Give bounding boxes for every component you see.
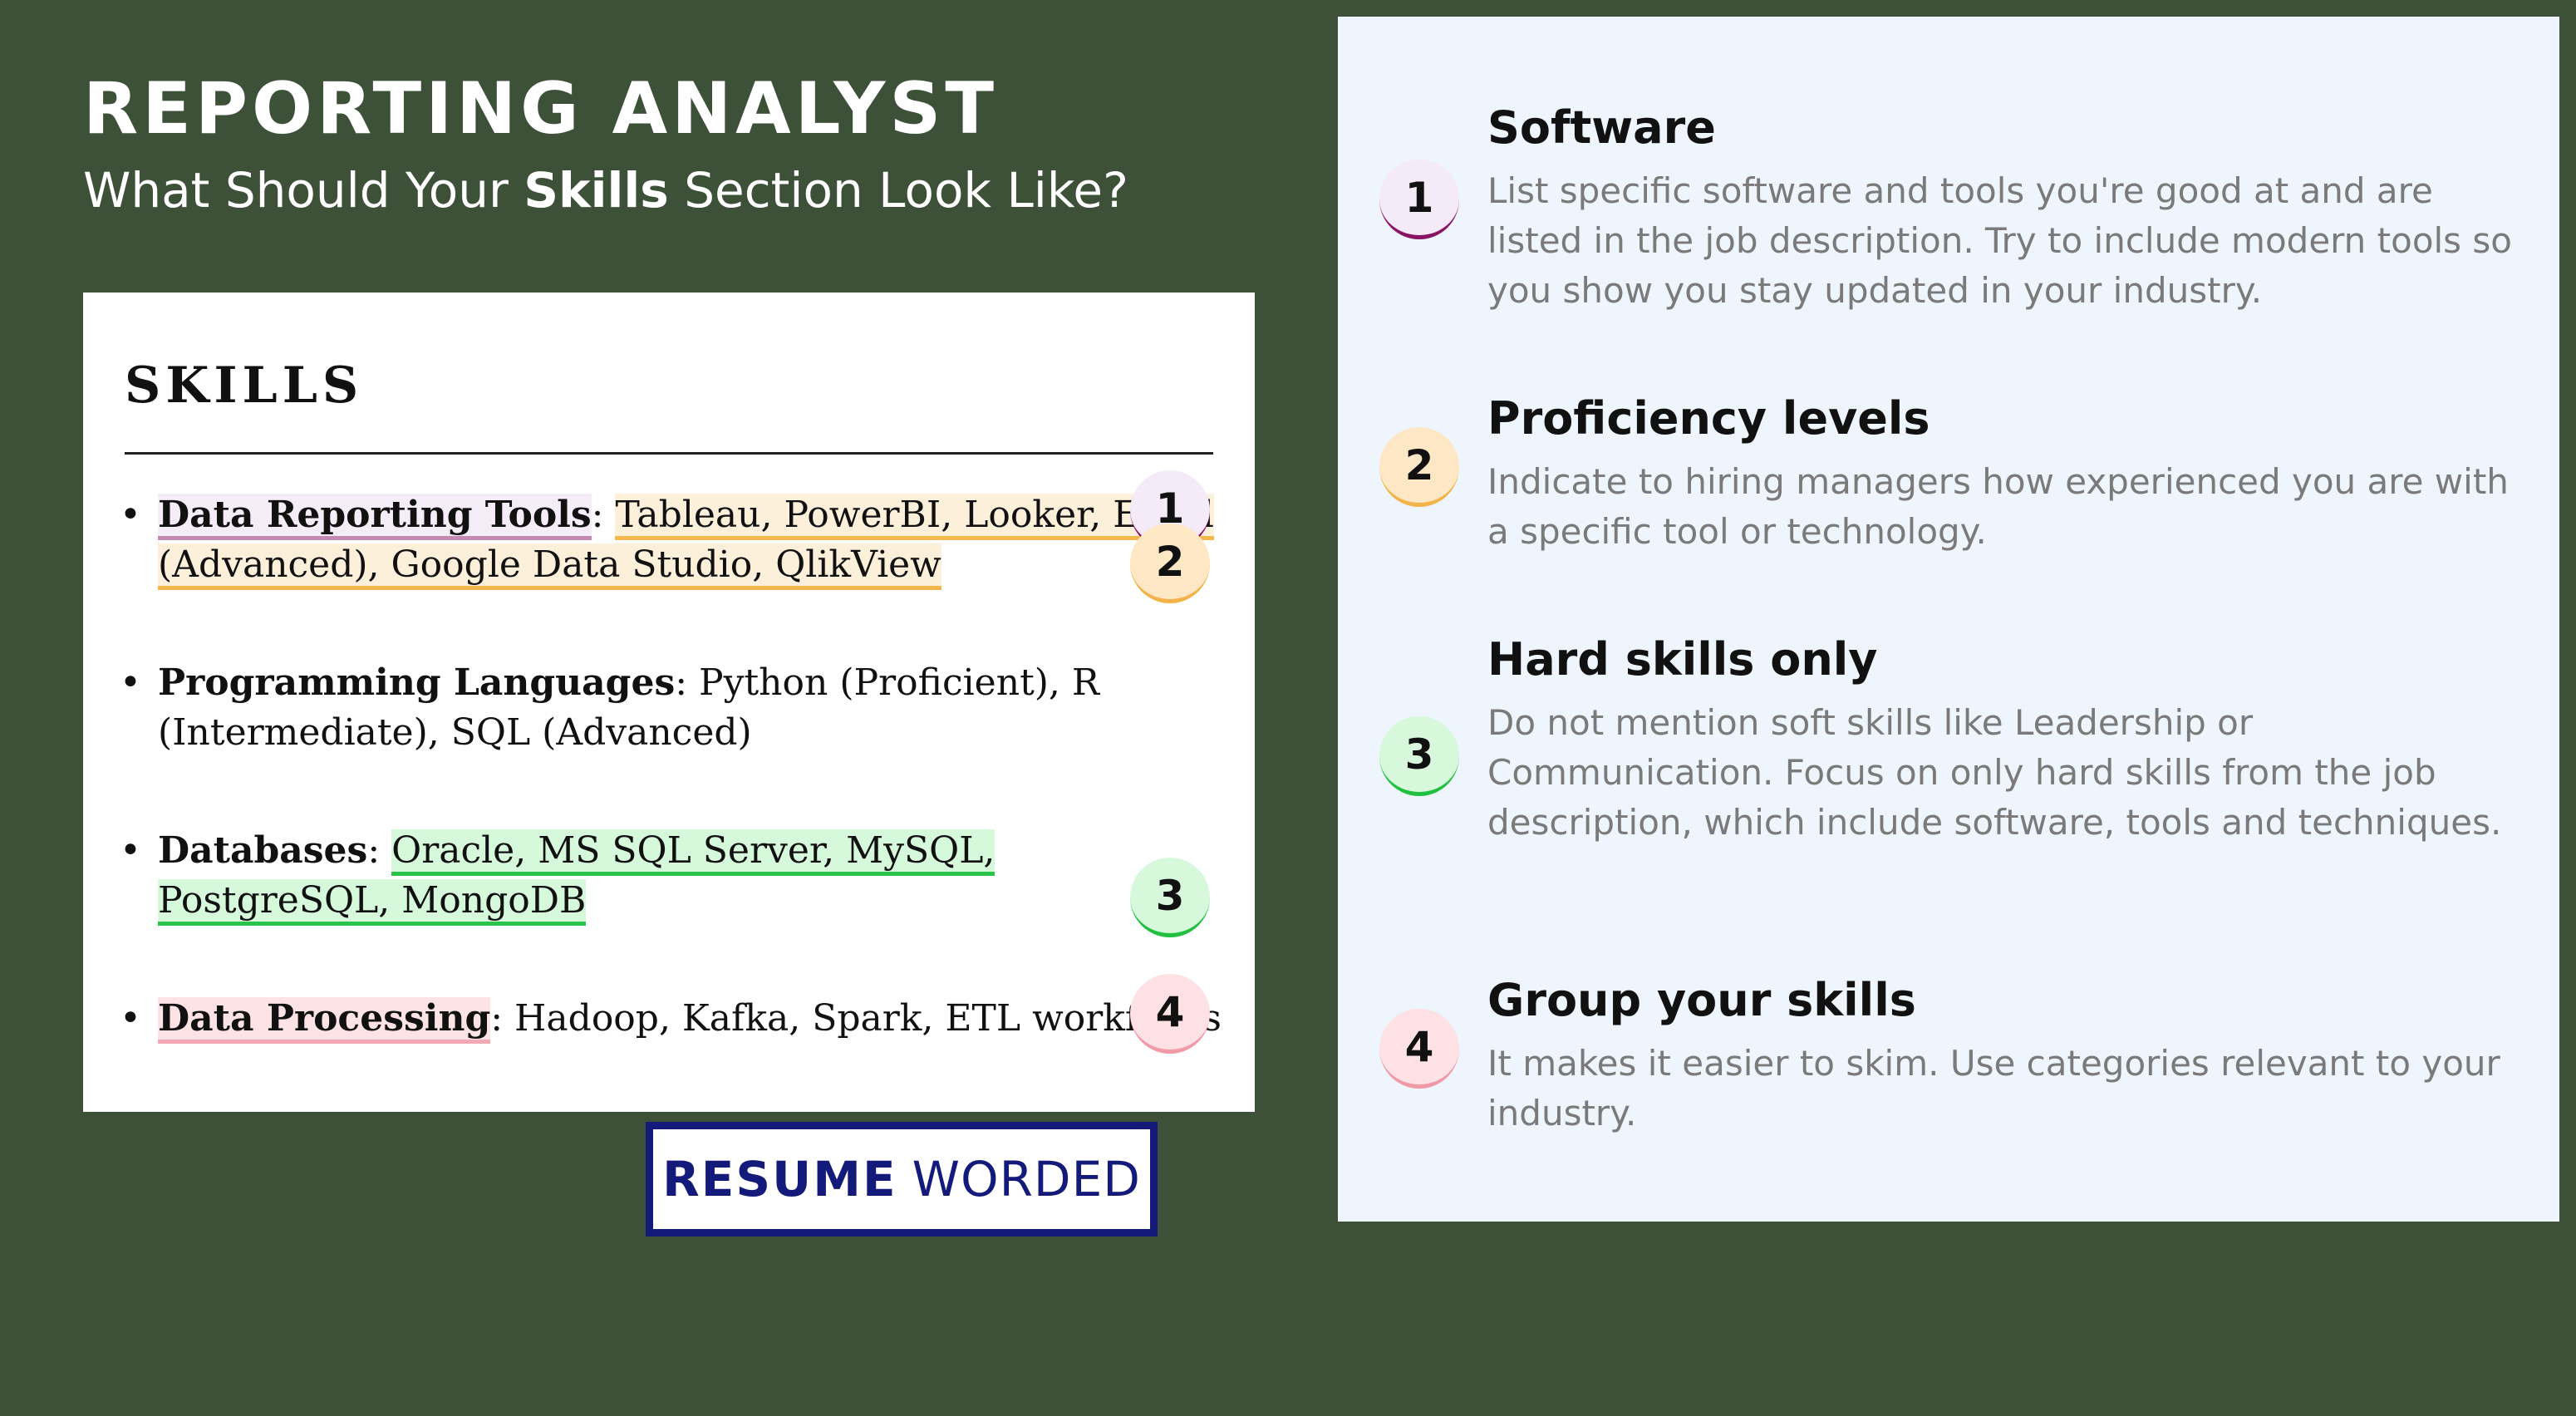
skill-item-programming-languages: • Programming Languages: Python (Profici… (120, 658, 1138, 758)
tip-title-hard-skills: Hard skills only (1487, 633, 1878, 686)
tip-badge-1: 1 (1379, 160, 1459, 239)
bullet-icon: • (120, 494, 141, 536)
skill-item-data-reporting-tools: • Data Reporting Tools: Tableau, PowerBI… (120, 490, 1230, 590)
skill-category: Data Processing (158, 997, 491, 1044)
skill-detail: Hadoop, Kafka, Spark, ETL workflows (514, 997, 1222, 1040)
skill-separator: : (591, 494, 616, 536)
resume-skills-card: SKILLS • Data Reporting Tools: Tableau, … (83, 293, 1255, 1112)
skill-item-data-processing: • Data Processing: Hadoop, Kafka, Spark,… (120, 994, 1230, 1044)
tip-title-proficiency: Proficiency levels (1487, 392, 1930, 445)
heading-divider (125, 452, 1213, 455)
skill-category: Data Reporting Tools (158, 494, 592, 540)
logo-text-resume: RESUME (662, 1151, 897, 1207)
skill-category: Databases (158, 829, 368, 872)
skill-item-databases: • Databases: Oracle, MS SQL Server, MySQ… (120, 826, 1230, 926)
skill-separator: : (490, 997, 515, 1040)
tip-body-group-skills: It makes it easier to skim. Use categori… (1487, 1043, 2500, 1133)
tips-panel: 1 Software List specific software and to… (1338, 17, 2559, 1222)
resume-worded-logo: RESUME WORDED (646, 1122, 1158, 1237)
tip-body-proficiency: Indicate to hiring managers how experien… (1487, 461, 2509, 552)
tip-title-group-skills: Group your skills (1487, 974, 1916, 1026)
tip-body-hard-skills: Do not mention soft skills like Leadersh… (1487, 702, 2502, 843)
skill-separator: : (675, 661, 700, 704)
skills-heading: SKILLS (125, 356, 364, 415)
marker-badge-3: 3 (1130, 858, 1210, 937)
skill-separator: : (367, 829, 392, 872)
bullet-icon: • (120, 997, 141, 1040)
marker-badge-4: 4 (1130, 974, 1210, 1054)
bullet-icon: • (120, 829, 141, 872)
page-subtitle: What Should Your Skills Section Look Lik… (83, 162, 1128, 219)
subtitle-text-start: What Should Your (83, 162, 524, 219)
tip-body-software: List specific software and tools you're … (1487, 170, 2512, 311)
page-title: REPORTING ANALYST (83, 67, 999, 150)
bullet-icon: • (120, 661, 141, 704)
marker-badge-2: 2 (1130, 524, 1210, 603)
tip-badge-2: 2 (1379, 427, 1459, 507)
tip-badge-3: 3 (1379, 716, 1459, 796)
logo-text-worded: WORDED (912, 1151, 1141, 1207)
subtitle-emphasis: Skills (524, 162, 669, 219)
subtitle-text-end: Section Look Like? (668, 162, 1128, 219)
skill-category: Programming Languages (158, 661, 676, 704)
tip-badge-4: 4 (1379, 1009, 1459, 1089)
tip-title-software: Software (1487, 101, 1716, 154)
